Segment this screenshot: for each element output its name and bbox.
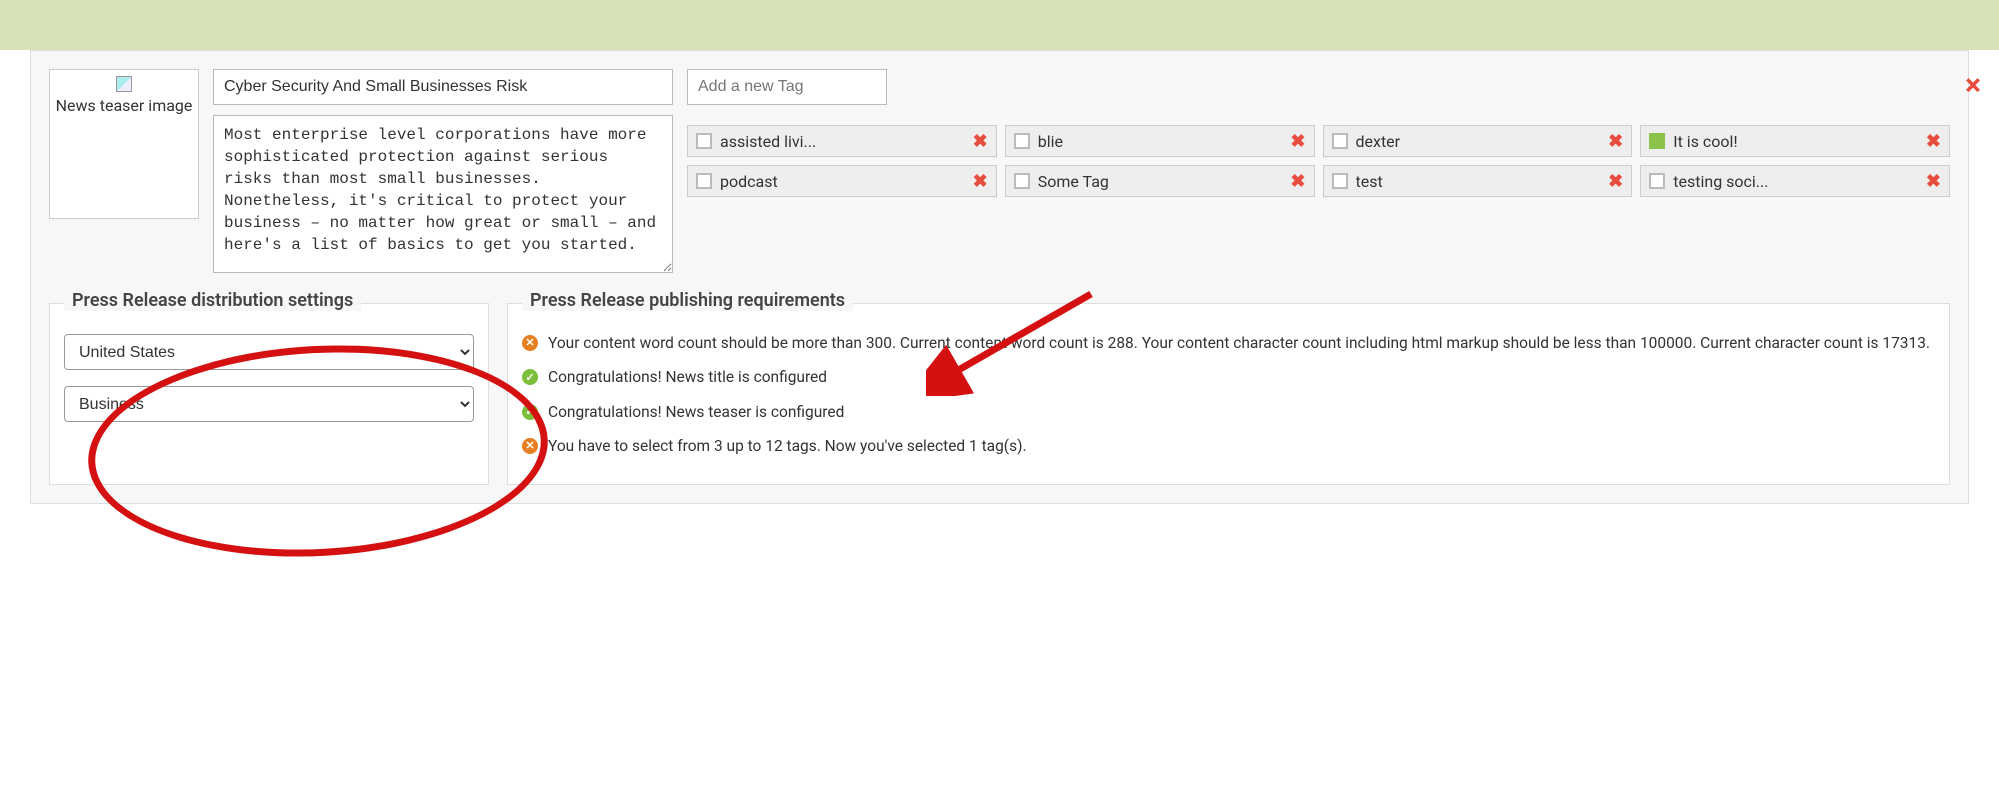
tag-item[interactable]: test ✖ [1323,165,1633,197]
requirement-item: ✕ You have to select from 3 up to 12 tags… [522,435,1935,457]
distribution-settings-fieldset: Press Release distribution settings Unit… [49,303,489,485]
error-circle-icon: ✕ [522,438,538,454]
modal-dialog: × News teaser image assisted livi...✖bli… [0,50,1999,790]
remove-tag-icon[interactable]: ✖ [1290,131,1305,152]
remove-tag-icon[interactable]: ✖ [1290,171,1305,192]
requirement-item: ✓ Congratulations! News title is configur… [522,366,1935,388]
requirements-legend: Press Release publishing requirements [522,290,853,311]
requirement-text: Congratulations! News title is configure… [548,366,827,388]
requirements-list: ✕ Your content word count should be more … [522,332,1935,458]
top-row: News teaser image assisted livi... ✖ blie ✖… [49,69,1950,273]
tags-column: assisted livi...✖blie✖dexter✖It is cool!… [687,69,1950,197]
check-circle-icon: ✓ [522,404,538,420]
remove-tag-icon[interactable]: ✖ [1926,131,1941,152]
news-teaser-textarea[interactable] [213,115,673,273]
middle-column [213,69,673,273]
tag-label: testing soci... [1673,172,1920,191]
news-title-input[interactable] [213,69,673,105]
tag-checkbox[interactable] [696,173,712,189]
tag-checkbox[interactable] [696,133,712,149]
tag-label: test [1356,172,1603,191]
tag-item[interactable]: testing soci... ✖ [1640,165,1950,197]
tag-checkbox[interactable] [1332,133,1348,149]
requirement-item: ✕ Your content word count should be more … [522,332,1935,354]
tag-checkbox[interactable] [1649,173,1665,189]
tag-item[interactable]: Some Tag ✖ [1005,165,1315,197]
broken-image-icon [116,76,132,92]
category-select[interactable]: Business [64,386,474,422]
remove-tag-icon[interactable]: ✖ [973,131,988,152]
tag-label: assisted livi... [720,132,967,151]
tag-label: dexter [1356,132,1603,151]
tag-label: blie [1038,132,1285,151]
remove-tag-icon[interactable]: ✖ [1926,171,1941,192]
requirement-text: Congratulations! News teaser is configur… [548,401,844,423]
tag-label: It is cool! [1673,132,1920,151]
tag-grid: assisted livi...✖blie✖dexter✖It is cool!… [687,125,1950,197]
requirement-text: You have to select from 3 up to 12 tags.… [548,435,1027,457]
tag-checkbox[interactable] [1014,173,1030,189]
country-select[interactable]: United States [64,334,474,370]
tag-checkbox[interactable] [1649,133,1665,149]
teaser-image-placeholder[interactable]: News teaser image [49,69,199,219]
add-tag-input[interactable] [687,69,887,105]
tag-label: podcast [720,172,967,191]
tag-item[interactable]: blie ✖ [1005,125,1315,157]
requirement-item: ✓ Congratulations! News teaser is configu… [522,401,1935,423]
teaser-image-alt-text: News teaser image [56,96,193,115]
remove-tag-icon[interactable]: ✖ [973,171,988,192]
requirement-text: Your content word count should be more t… [548,332,1930,354]
tag-checkbox[interactable] [1332,173,1348,189]
tag-checkbox[interactable] [1014,133,1030,149]
lower-row: Press Release distribution settings Unit… [49,303,1950,485]
distribution-legend: Press Release distribution settings [64,290,361,311]
publishing-requirements-fieldset: Press Release publishing requirements ✕Y… [507,303,1950,485]
close-icon[interactable]: × [1965,68,1981,103]
form-panel: News teaser image assisted livi... ✖ blie ✖… [30,50,1969,504]
tag-label: Some Tag [1038,172,1285,191]
tag-item[interactable]: assisted livi... ✖ [687,125,997,157]
remove-tag-icon[interactable]: ✖ [1608,171,1623,192]
check-circle-icon: ✓ [522,369,538,385]
tag-item[interactable]: podcast ✖ [687,165,997,197]
error-circle-icon: ✕ [522,335,538,351]
tag-item[interactable]: It is cool! ✖ [1640,125,1950,157]
tag-item[interactable]: dexter ✖ [1323,125,1633,157]
remove-tag-icon[interactable]: ✖ [1608,131,1623,152]
